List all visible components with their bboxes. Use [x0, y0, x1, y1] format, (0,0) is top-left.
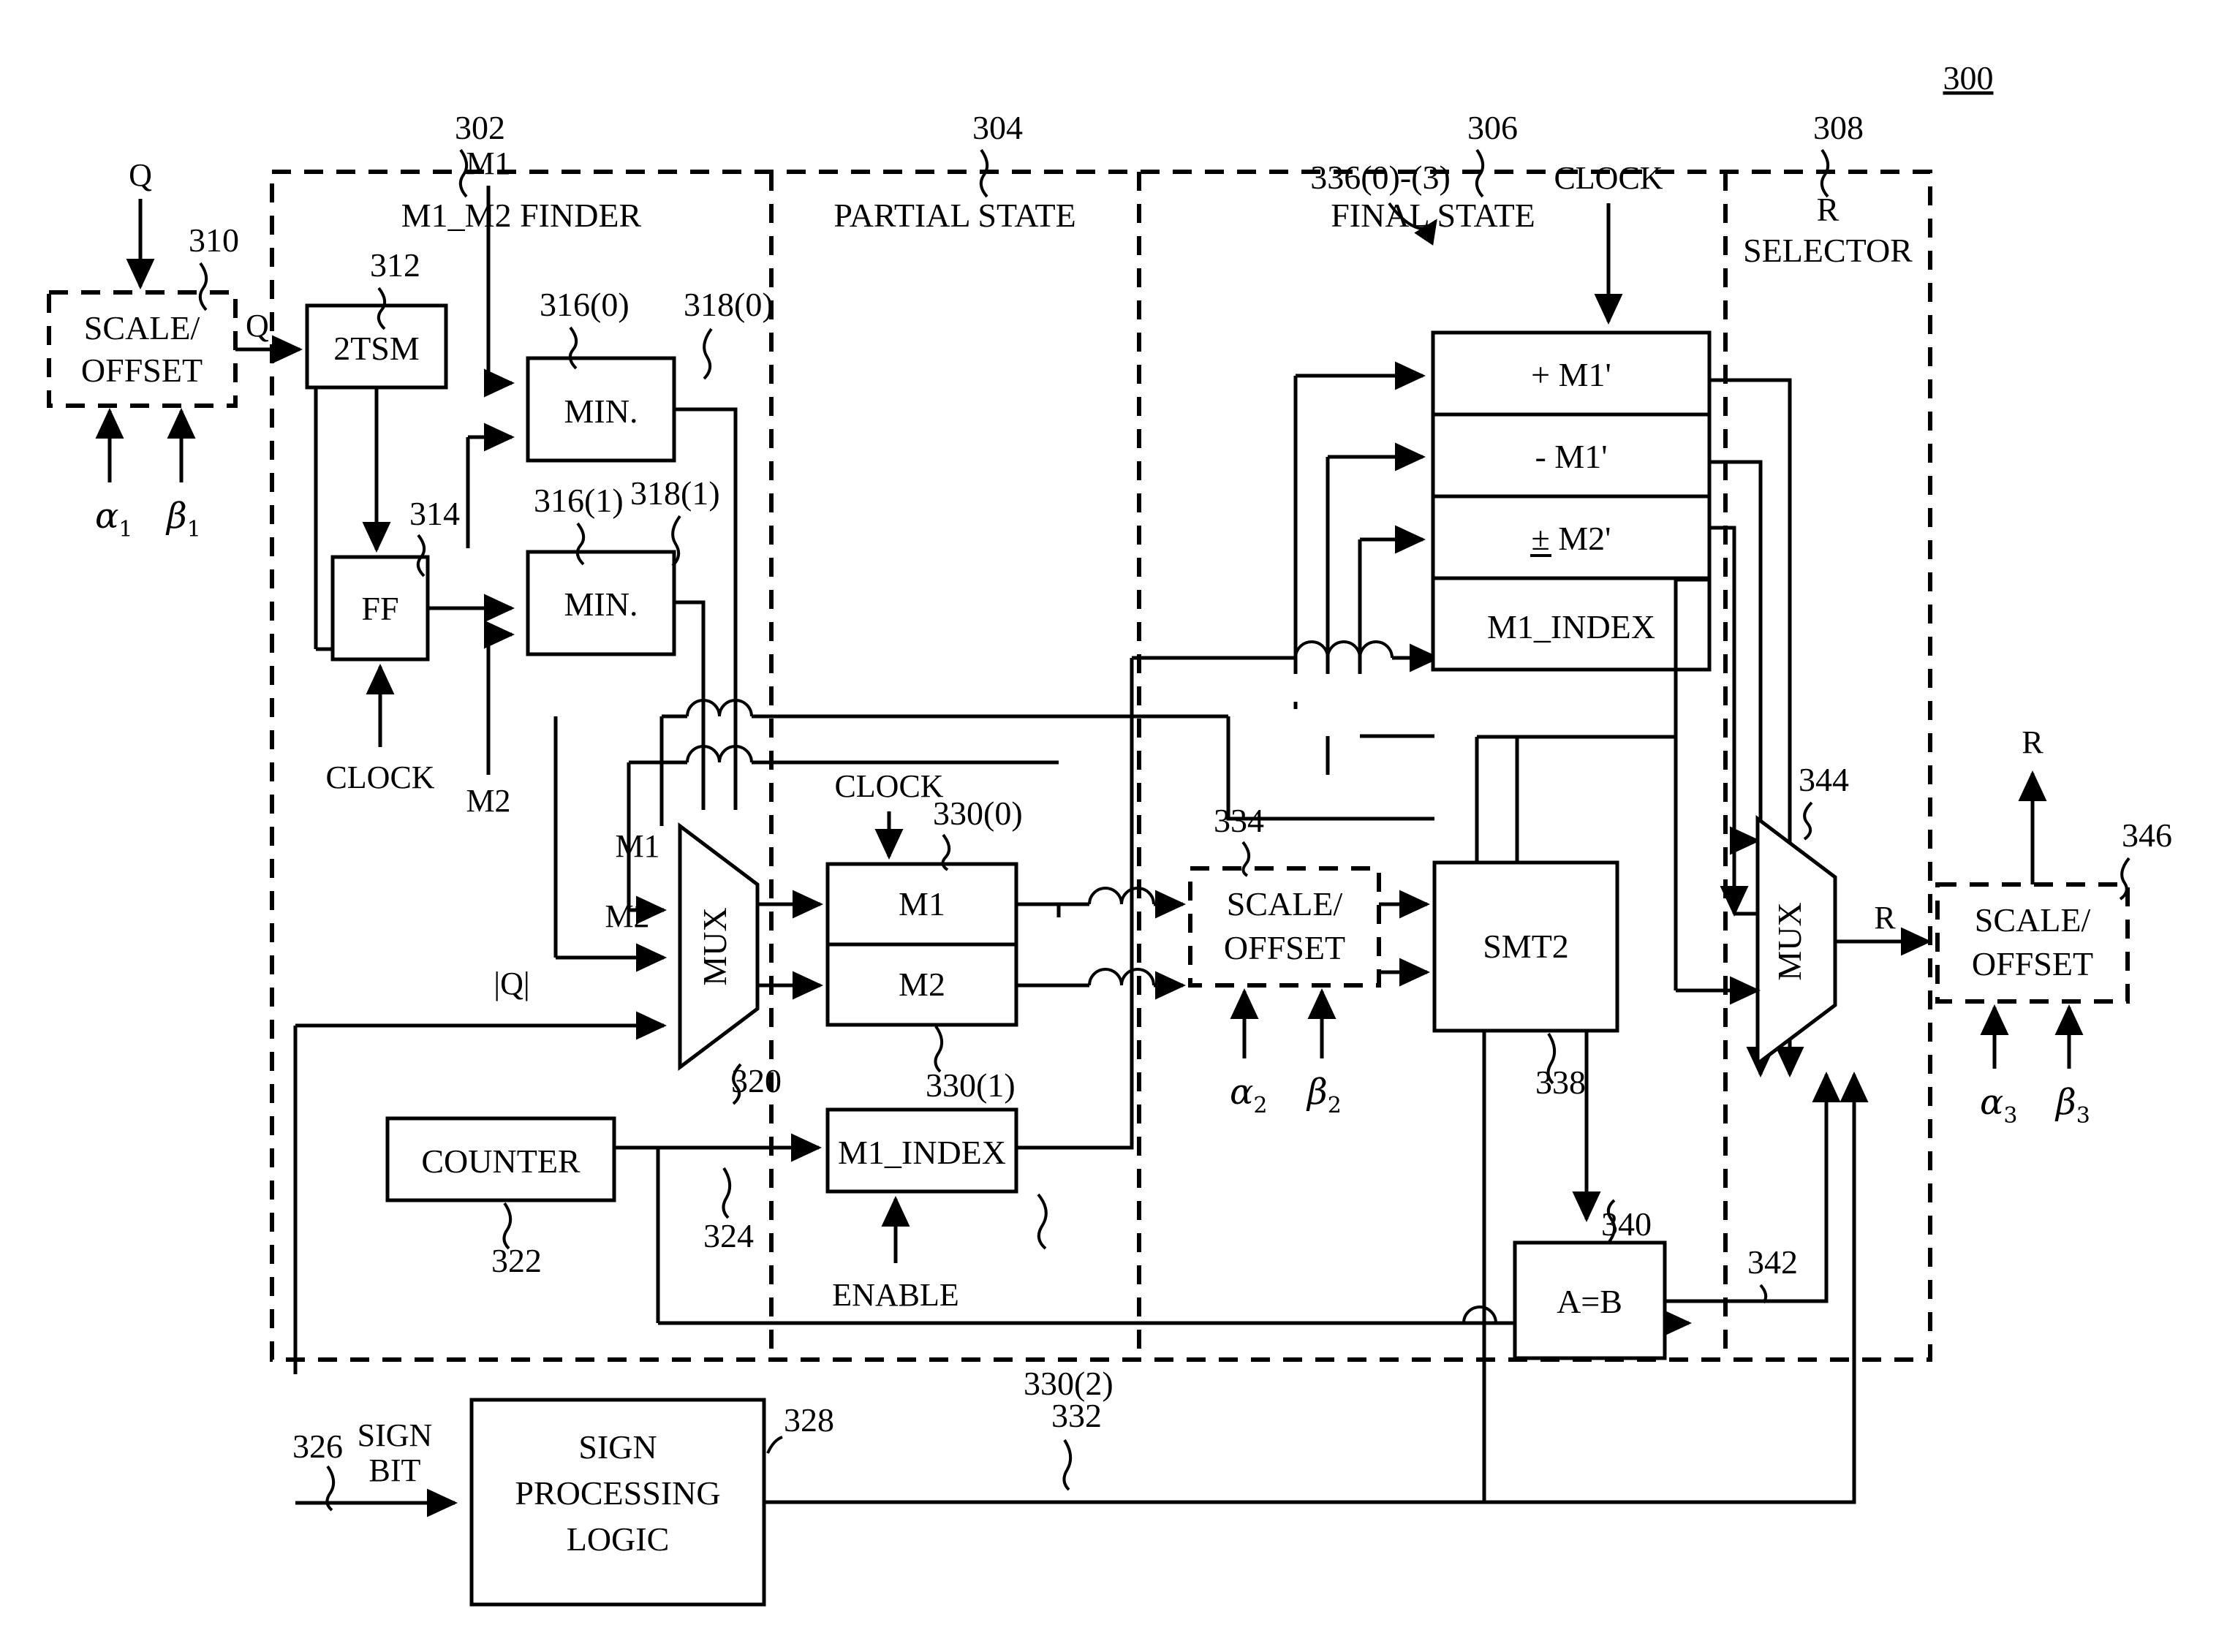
ref-302: 302 [455, 109, 505, 146]
patent-figure-canvas: M1_M2 FINDER PARTIAL STATE FINAL STATE R… [0, 0, 2227, 1652]
ref-318-0: 318(0) [684, 286, 774, 323]
signal-q-input-label: Q [129, 157, 152, 193]
final-reg-row-0-label: + M1' [1531, 356, 1611, 393]
r-mux-output-label: R [1874, 900, 1896, 936]
signal-q-scaled-label: Q [246, 308, 269, 344]
section-title-306: FINAL STATE [1331, 197, 1535, 234]
ref-324: 324 [703, 1217, 754, 1254]
block-min-1-label: MIN. [564, 586, 638, 623]
ref-316-0: 316(0) [540, 286, 629, 323]
block-sign-logic-line1: SIGN [578, 1428, 657, 1466]
ref-330-0: 330(0) [933, 795, 1023, 832]
block-min-0-label: MIN. [564, 393, 638, 430]
ref-328: 328 [784, 1401, 834, 1439]
ref-306: 306 [1467, 109, 1518, 146]
r-output-label: R [2022, 724, 2043, 760]
block-counter-label: COUNTER [421, 1143, 581, 1180]
block-partial-m2-label: M2 [899, 966, 945, 1003]
block-smt2-label: SMT2 [1483, 928, 1569, 965]
ref-314: 314 [409, 495, 460, 532]
ref-326: 326 [292, 1428, 343, 1465]
beta2-label: β2 [1306, 1072, 1342, 1118]
final-reg-row-1-label: - M1' [1535, 438, 1607, 475]
final-reg-row-2-label: ± M2' [1532, 520, 1611, 557]
ref-310: 310 [189, 221, 239, 259]
block-ff-label: FF [361, 590, 398, 627]
scale-offset-input-line1: SCALE/ [84, 309, 200, 346]
block-sign-logic-line2: PROCESSING [515, 1474, 720, 1512]
scale-offset-mid-line1: SCALE/ [1227, 885, 1343, 922]
ref-304: 304 [972, 109, 1023, 146]
ref-316-1: 316(1) [534, 482, 624, 519]
block-partial-m1-label: M1 [899, 885, 945, 922]
sign-bit-label-line2: BIT [369, 1452, 421, 1488]
ref-318-1: 318(1) [630, 474, 720, 512]
m1-label-min0: M1 [466, 145, 510, 181]
scale-offset-output-line2: OFFSET [1972, 945, 2093, 982]
m2-label-min1: M2 [466, 783, 510, 819]
mux320-input-m2-label: M2 [605, 898, 649, 934]
scale-offset-input-line2: OFFSET [81, 352, 203, 389]
sign-bit-label-line1: SIGN [358, 1417, 433, 1453]
ref-312: 312 [370, 246, 420, 284]
beta3-label: β3 [2054, 1082, 2090, 1129]
scale-offset-mid-line2: OFFSET [1224, 929, 1345, 966]
alpha3-label: α3 [1980, 1082, 2018, 1129]
ref-338: 338 [1535, 1064, 1586, 1101]
block-a-equals-b-label: A=B [1557, 1283, 1622, 1320]
scale-offset-output-line1: SCALE/ [1975, 901, 2091, 939]
clock-label-final: CLOCK [1554, 160, 1663, 196]
alpha2-label: α2 [1230, 1072, 1268, 1118]
alpha1-label: α1 [95, 496, 133, 542]
block-partial-m1index-label: M1_INDEX [838, 1134, 1006, 1171]
section-title-308-line2: SELECTOR [1743, 232, 1913, 269]
ref-344: 344 [1799, 761, 1849, 798]
section-title-302: M1_M2 FINDER [401, 197, 642, 234]
block-mux-344-label: MUX [1771, 902, 1808, 980]
section-title-304: PARTIAL STATE [833, 197, 1075, 234]
clock-label-partial: CLOCK [834, 768, 943, 804]
enable-label: ENABLE [832, 1277, 959, 1313]
ref-308: 308 [1813, 109, 1864, 146]
ref-332: 332 [1051, 1397, 1102, 1434]
block-sign-logic-line3: LOGIC [567, 1520, 670, 1558]
ref-342: 342 [1747, 1243, 1798, 1281]
final-reg-row-3-label: M1_INDEX [1487, 608, 1655, 645]
ref-346: 346 [2122, 816, 2172, 854]
figure-number: 300 [1943, 59, 1994, 96]
ref-322: 322 [491, 1242, 542, 1279]
clock-label-ff: CLOCK [325, 759, 434, 795]
ref-336: 336(0)-(3) [1310, 159, 1451, 196]
block-mux-320-label: MUX [696, 907, 733, 985]
beta1-label: β1 [165, 496, 201, 542]
mux320-input-m1-label: M1 [615, 828, 659, 864]
abs-q-label: |Q| [494, 966, 529, 1001]
block-2tsm-label: 2TSM [333, 330, 420, 367]
